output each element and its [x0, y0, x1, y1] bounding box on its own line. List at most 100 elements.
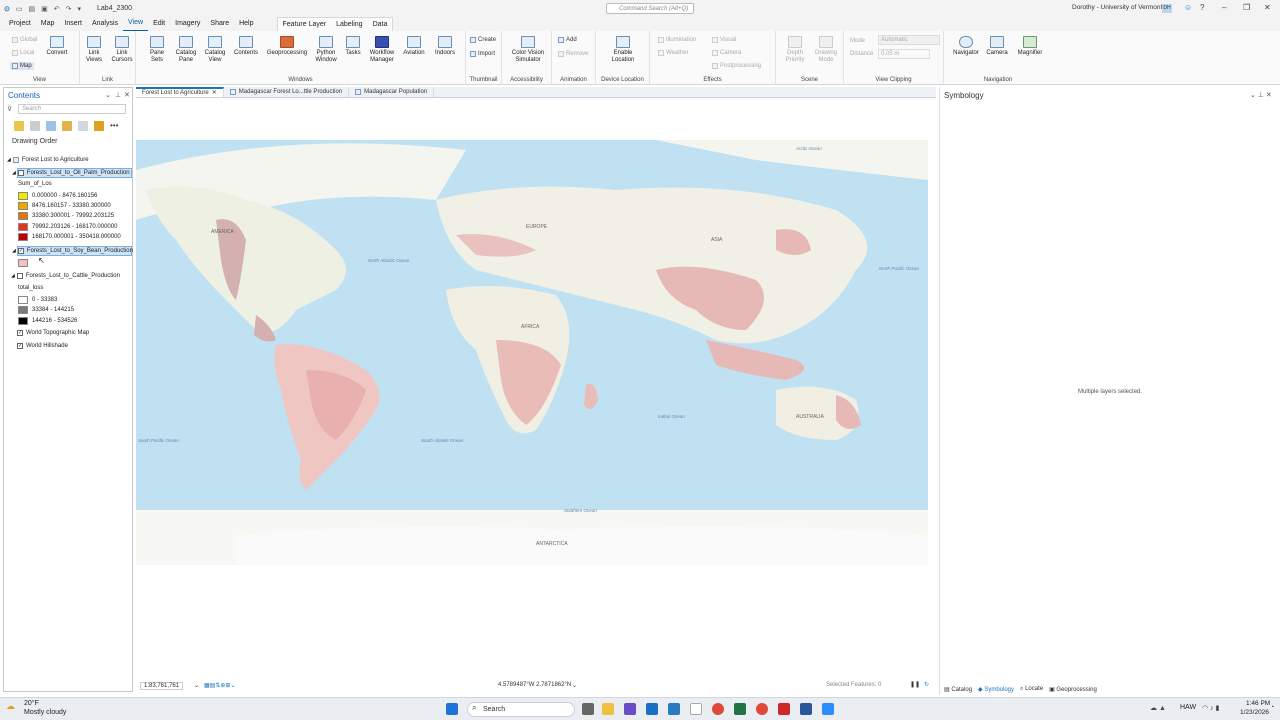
- help-icon[interactable]: ?: [1200, 3, 1204, 12]
- task-view-icon[interactable]: [582, 703, 594, 715]
- list-by-drawing-order-icon[interactable]: [14, 120, 24, 131]
- drawing-mode-button[interactable]: Drawing Mode: [812, 36, 840, 64]
- import-thumbnail-button[interactable]: Import: [470, 51, 495, 57]
- python-window-button[interactable]: Python Window: [312, 36, 340, 64]
- pane-sets-button[interactable]: Pane Sets: [144, 36, 170, 64]
- arcgis-icon[interactable]: [668, 703, 680, 715]
- list-by-snapping-icon[interactable]: [78, 120, 88, 131]
- scale-dropdown-icon[interactable]: ⌄: [194, 682, 199, 689]
- acrobat-icon[interactable]: [778, 703, 790, 715]
- mode-select[interactable]: Automatic: [878, 35, 940, 45]
- tab-share[interactable]: Share: [205, 17, 234, 31]
- pane-menu-icon[interactable]: ⌄ ⊥ ✕: [1250, 91, 1272, 99]
- tray-icons[interactable]: ☁ ▲: [1150, 704, 1166, 712]
- clock-date[interactable]: 1/23/2026: [1240, 709, 1269, 716]
- tab-view[interactable]: View: [123, 16, 149, 32]
- map-tab-madagascar-forest[interactable]: Madagascar Forest Lo...ttle Production: [224, 87, 350, 97]
- pause-drawing-icon[interactable]: ❚❚: [910, 681, 920, 688]
- user-name[interactable]: Dorothy - University of Vermont: [1072, 4, 1162, 11]
- tasks-button[interactable]: Tasks: [342, 36, 364, 57]
- close-icon[interactable]: ✕: [1264, 3, 1271, 12]
- depth-priority-button[interactable]: Depth Priority: [782, 36, 808, 64]
- map-tab-forest-lost[interactable]: Forest Lost to Agriculture ✕: [136, 87, 224, 97]
- language-indicator[interactable]: HAW: [1180, 704, 1196, 711]
- world-map[interactable]: AMERICA EUROPE ASIA AFRICA AUSTRALIA ANT…: [136, 140, 928, 565]
- filter-icon[interactable]: ⊽: [7, 105, 12, 113]
- local-button[interactable]: Local: [12, 50, 34, 56]
- enable-location-button[interactable]: Enable Location: [604, 36, 642, 64]
- new-icon[interactable]: ▭: [16, 5, 23, 13]
- weather-icon[interactable]: ☁: [6, 701, 15, 712]
- aviation-button[interactable]: Aviation: [400, 36, 428, 57]
- file-explorer-icon[interactable]: [602, 703, 614, 715]
- close-tab-icon[interactable]: ✕: [212, 88, 217, 99]
- catalog-view-button[interactable]: Catalog View: [202, 36, 228, 64]
- tab-locate[interactable]: ⌕ Locate: [1020, 686, 1043, 693]
- undo-icon[interactable]: ↶: [54, 5, 60, 13]
- excel-icon[interactable]: [734, 703, 746, 715]
- catalog-pane-button[interactable]: Catalog Pane: [173, 36, 199, 64]
- minimize-icon[interactable]: –: [1222, 3, 1226, 12]
- layer-soy-bean[interactable]: ◢ ✓ Forests_Lost_to_Soy_Bean_Production: [12, 246, 133, 256]
- geoprocessing-button[interactable]: Geoprocessing: [266, 36, 308, 57]
- camera-button[interactable]: Camera: [984, 36, 1010, 57]
- tab-imagery[interactable]: Imagery: [170, 17, 205, 31]
- teams-icon[interactable]: [624, 703, 636, 715]
- scale-select[interactable]: 1:83,761,761: [140, 682, 184, 690]
- tab-catalog[interactable]: ▤ Catalog: [944, 686, 972, 693]
- tab-feature-layer[interactable]: Feature Layer: [278, 18, 332, 32]
- tab-data[interactable]: Data: [368, 18, 393, 32]
- tab-geoprocessing[interactable]: ▣ Geoprocessing: [1049, 686, 1097, 693]
- map-tab-madagascar-population[interactable]: Madagascar Population: [349, 87, 435, 97]
- tab-help[interactable]: Help: [234, 17, 258, 31]
- selected-features[interactable]: Selected Features: 0: [826, 682, 881, 688]
- color-vision-button[interactable]: Color Vision Simulator: [508, 36, 548, 64]
- tab-insert[interactable]: Insert: [59, 17, 87, 31]
- global-button[interactable]: Global: [12, 37, 37, 43]
- map-item[interactable]: ◢ Forest Lost to Agriculture: [7, 157, 89, 163]
- tab-symbology[interactable]: ◆ Symbology: [978, 686, 1014, 693]
- pin-icon[interactable]: ⊥: [115, 91, 121, 99]
- weather-button[interactable]: Weather: [658, 50, 689, 56]
- coords-dropdown-icon[interactable]: ⌄: [572, 682, 577, 689]
- tab-labeling[interactable]: Labeling: [331, 18, 367, 32]
- convert-button[interactable]: Convert: [44, 36, 70, 57]
- refresh-icon[interactable]: ↻: [924, 681, 929, 688]
- link-views-button[interactable]: Link Views: [82, 36, 106, 64]
- layer-world-topographic[interactable]: ✓ World Topographic Map: [17, 330, 89, 336]
- notification-bell-icon[interactable]: ◔: [1270, 704, 1274, 711]
- illumination-button[interactable]: Illumination: [658, 37, 696, 43]
- create-thumbnail-button[interactable]: Create: [470, 37, 496, 43]
- postprocessing-button[interactable]: Postprocessing: [712, 63, 761, 69]
- map-tools-icon[interactable]: ▦▤⇅⊕⊞⌄: [204, 682, 235, 689]
- list-by-labeling-icon[interactable]: [94, 120, 104, 131]
- remove-animation-button[interactable]: Remove: [558, 51, 588, 57]
- list-by-source-icon[interactable]: [30, 120, 40, 131]
- layer-cattle[interactable]: ◢ Forests_Lost_to_Cattle_Production: [11, 273, 120, 279]
- map-button[interactable]: Map: [10, 62, 34, 70]
- close-pane-icon[interactable]: ✕: [124, 91, 130, 99]
- indoors-button[interactable]: Indoors: [432, 36, 458, 57]
- save-icon[interactable]: ▣: [41, 5, 48, 13]
- notification-icon[interactable]: ☺: [1184, 3, 1192, 12]
- tab-edit[interactable]: Edit: [148, 17, 170, 31]
- taskbar-search[interactable]: Search: [467, 702, 575, 717]
- visual-button[interactable]: Visual: [712, 37, 736, 43]
- layer-hillshade-checkbox[interactable]: ✓: [17, 343, 23, 349]
- project-name[interactable]: Lab4_2300: [97, 5, 132, 12]
- navigator-button[interactable]: Navigator: [952, 36, 980, 57]
- pane-menu-icon[interactable]: ⌄: [105, 91, 111, 99]
- camera-effect-button[interactable]: Camera: [712, 50, 741, 56]
- contents-button[interactable]: Contents: [232, 36, 260, 57]
- chrome-icon[interactable]: [712, 703, 724, 715]
- magnifier-button[interactable]: Magnifier: [1014, 36, 1046, 57]
- contents-search-input[interactable]: Search: [18, 104, 126, 114]
- command-search-input[interactable]: Command Search (Alt+Q): [606, 3, 694, 14]
- chrome-profile-icon[interactable]: [756, 703, 768, 715]
- network-icon[interactable]: ◠ ♪ ▮: [1202, 704, 1219, 712]
- maximize-icon[interactable]: ❐: [1243, 3, 1250, 12]
- start-icon[interactable]: [446, 703, 458, 715]
- distance-input[interactable]: 0.05 m: [878, 49, 930, 59]
- layer-oil-palm-checkbox[interactable]: [17, 170, 24, 176]
- layer-cattle-checkbox[interactable]: [16, 273, 23, 279]
